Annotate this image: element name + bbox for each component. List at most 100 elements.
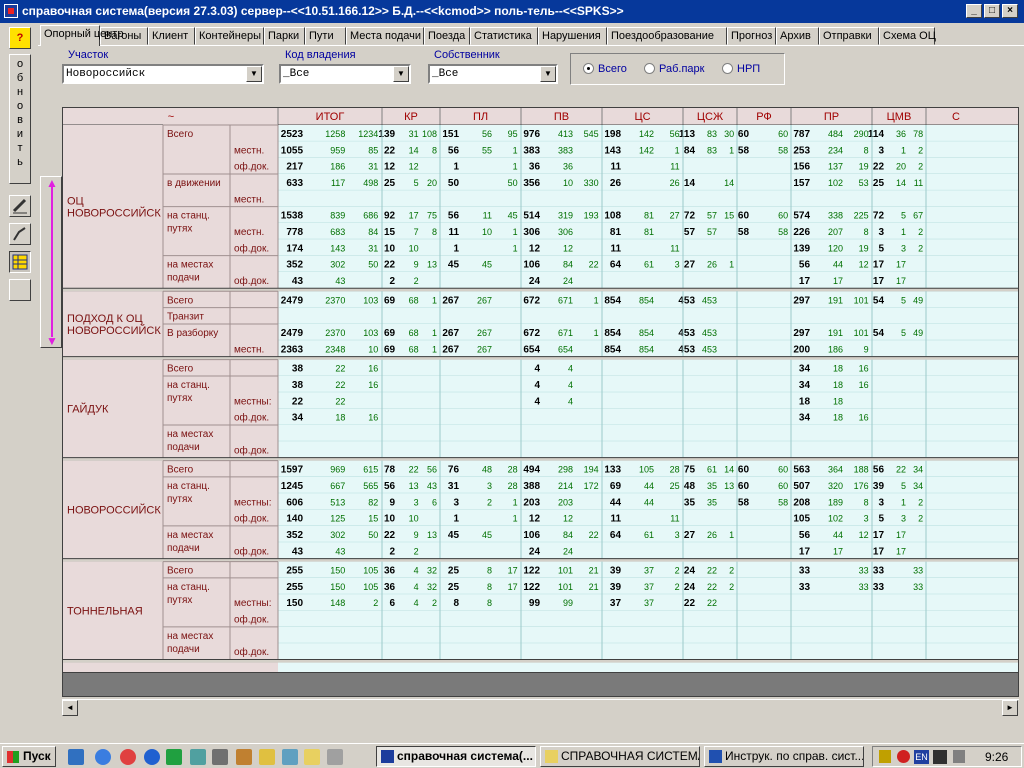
header-corner: ~	[168, 111, 174, 123]
cell-value: 563	[793, 465, 810, 476]
data-row	[278, 408, 1018, 425]
cell-value: 95	[508, 129, 518, 139]
cell-value: 4	[568, 364, 573, 374]
cell-value: 11	[914, 178, 923, 188]
cell-value: 68	[409, 328, 419, 338]
tab-7[interactable]: Места подачи	[346, 27, 424, 45]
cell-value: 14	[684, 178, 696, 189]
tab-4[interactable]: Контейнеры	[195, 27, 264, 45]
tab-6[interactable]: Пути	[305, 27, 346, 45]
table-view-icon[interactable]	[9, 251, 31, 273]
excel-icon[interactable]	[166, 749, 182, 765]
close-button[interactable]: ×	[1002, 4, 1018, 18]
tab-14[interactable]: Отправки	[819, 27, 879, 45]
cell-value: 17	[873, 530, 885, 541]
uchastok-select[interactable]: Новороссийск ▼	[62, 64, 264, 84]
messenger-icon[interactable]	[120, 749, 136, 765]
tab-11[interactable]: Поездообразование	[607, 27, 727, 45]
tab-10[interactable]: Нарушения	[538, 27, 607, 45]
radio-nrp[interactable]: НРП	[722, 63, 760, 75]
cell-value: 2	[487, 497, 492, 507]
help-button[interactable]: ?	[9, 27, 31, 49]
network-icon[interactable]	[953, 750, 965, 763]
tab-5[interactable]: Парки	[264, 27, 305, 45]
folder-icon[interactable]	[304, 749, 320, 765]
tab-8[interactable]: Поезда	[424, 27, 470, 45]
language-indicator[interactable]: EN	[914, 750, 929, 764]
cell-value: 85	[368, 145, 378, 155]
cell-value: 297	[793, 295, 810, 306]
maximize-button[interactable]: □	[984, 4, 1000, 18]
kod-select[interactable]: _Все ▼	[279, 64, 411, 84]
quicklaunch-icon[interactable]	[259, 749, 275, 765]
header-ИТОГ: ИТОГ	[316, 111, 345, 123]
speaker-icon[interactable]	[879, 750, 891, 763]
chevron-down-icon[interactable]: ▼	[393, 66, 409, 82]
eraser-icon[interactable]	[9, 195, 31, 217]
cell-value: 1	[453, 162, 459, 173]
calendar-icon[interactable]	[933, 750, 947, 764]
quicklaunch-icon[interactable]	[68, 749, 84, 765]
cell-value: 64	[610, 530, 622, 541]
tab-3[interactable]: Клиент	[148, 27, 195, 45]
cell-value: 2	[918, 227, 923, 237]
radio-rab-park[interactable]: Раб.парк	[644, 63, 704, 75]
horizontal-scrollbar[interactable]: ◄ ►	[62, 699, 1019, 716]
sobst-label: Собственник	[434, 49, 500, 61]
cell-value: 2479	[281, 295, 304, 306]
cell-value: 12	[563, 243, 573, 253]
tab-9[interactable]: Статистика	[470, 27, 538, 45]
cell-value: 81	[610, 227, 622, 238]
cell-value: 16	[368, 413, 378, 423]
left-toolbar: ? обновить	[0, 23, 36, 743]
title-bar: справочная система(версия 27.3.03) серве…	[0, 0, 1024, 23]
msn-icon[interactable]	[95, 749, 111, 765]
quicklaunch-icon[interactable]	[212, 749, 228, 765]
start-button[interactable]: Пуск	[2, 746, 56, 767]
taskbar-button-word[interactable]: Инструк. по справ. сист...	[704, 746, 864, 767]
cell-value: 507	[793, 481, 810, 492]
taskbar-button-app[interactable]: справочная система(...	[376, 746, 536, 767]
cell-value: 513	[330, 497, 345, 507]
tab-12[interactable]: Прогноз	[727, 27, 776, 45]
taskbar-button-folder[interactable]: СПРАВОЧНАЯ СИСТЕМА	[540, 746, 700, 767]
scroll-right-icon[interactable]: ►	[1002, 700, 1018, 716]
cell-value: 208	[793, 497, 810, 508]
cell-value: 1	[729, 530, 734, 540]
cell-value: 11	[670, 162, 679, 172]
cell-value: 2	[918, 497, 923, 507]
tab-15[interactable]: Схема ОЦ	[879, 27, 936, 45]
antivirus-icon[interactable]	[897, 750, 910, 763]
tab-1[interactable]: Опорный центр	[40, 25, 123, 46]
cell-value: 191	[828, 295, 843, 305]
cell-value: 10	[384, 243, 396, 254]
ie-icon[interactable]	[144, 749, 160, 765]
pen-icon[interactable]	[9, 223, 31, 245]
minimize-button[interactable]: _	[966, 4, 982, 18]
refresh-button[interactable]: обновить	[9, 54, 31, 184]
cell-value: 453	[702, 295, 717, 305]
cell-value: 5	[414, 178, 419, 188]
chevron-down-icon[interactable]: ▼	[540, 66, 556, 82]
quicklaunch-icon[interactable]	[327, 749, 343, 765]
cell-value: 45	[448, 530, 460, 541]
blank-tool-button[interactable]	[9, 279, 31, 301]
data-row	[278, 643, 1018, 660]
data-row	[278, 441, 1018, 458]
radio-vsego[interactable]: Всего	[583, 63, 627, 75]
cell-value: 854	[639, 344, 654, 354]
quicklaunch-icon[interactable]	[190, 749, 206, 765]
cell-value: 133	[604, 465, 621, 476]
scroll-left-icon[interactable]: ◄	[62, 700, 78, 716]
cell-value: 226	[793, 227, 810, 238]
cell-value: 3	[878, 497, 884, 508]
tab-13[interactable]: Архив	[776, 27, 819, 45]
chevron-down-icon[interactable]: ▼	[246, 66, 262, 82]
data-grid[interactable]: ~ ИТОГ КР ПЛ ПВ ЦС ЦСЖ РФ ПР ЦМВ С ОЦ НОВОРОССИЙСК Вс…	[62, 107, 1019, 697]
cell-value: 60	[778, 481, 788, 491]
sobst-select[interactable]: _Все ▼	[428, 64, 558, 84]
cell-value: 22	[707, 598, 717, 608]
quicklaunch-icon[interactable]	[282, 749, 298, 765]
quicklaunch-icon[interactable]	[236, 749, 252, 765]
cell-value: 57	[684, 227, 696, 238]
